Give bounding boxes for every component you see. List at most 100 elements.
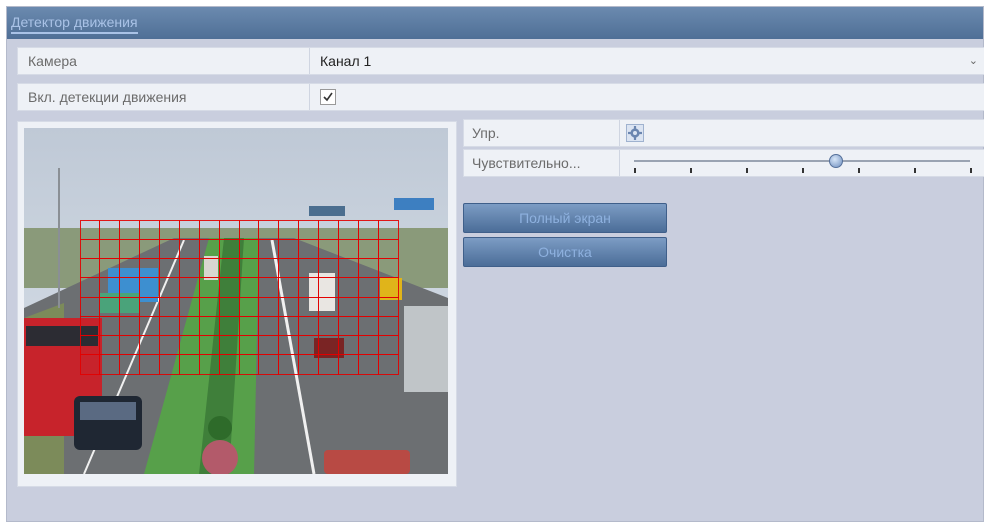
grid-cell[interactable] <box>218 315 240 336</box>
grid-cell[interactable] <box>139 219 160 240</box>
grid-cell[interactable] <box>377 354 399 375</box>
grid-cell[interactable] <box>278 277 300 298</box>
grid-cell[interactable] <box>337 238 359 259</box>
grid-cell[interactable] <box>79 219 101 240</box>
grid-cell[interactable] <box>79 238 101 259</box>
grid-cell[interactable] <box>318 315 339 336</box>
grid-cell[interactable] <box>238 277 260 298</box>
grid-cell[interactable] <box>238 335 260 356</box>
grid-cell[interactable] <box>159 219 180 240</box>
grid-cell[interactable] <box>119 238 141 259</box>
grid-cell[interactable] <box>99 315 121 336</box>
grid-cell[interactable] <box>99 219 121 240</box>
grid-cell[interactable] <box>318 354 339 375</box>
grid-cell[interactable] <box>258 315 280 336</box>
grid-cell[interactable] <box>278 219 300 240</box>
grid-cell[interactable] <box>159 296 180 317</box>
grid-cell[interactable] <box>238 354 260 375</box>
grid-cell[interactable] <box>139 335 160 356</box>
grid-cell[interactable] <box>79 277 101 298</box>
grid-cell[interactable] <box>377 296 399 317</box>
grid-cell[interactable] <box>198 354 220 375</box>
grid-cell[interactable] <box>119 219 141 240</box>
grid-cell[interactable] <box>298 354 319 375</box>
grid-cell[interactable] <box>79 315 101 336</box>
grid-cell[interactable] <box>159 258 180 279</box>
grid-cell[interactable] <box>198 335 220 356</box>
grid-cell[interactable] <box>178 335 200 356</box>
grid-cell[interactable] <box>178 315 200 336</box>
grid-cell[interactable] <box>218 335 240 356</box>
grid-cell[interactable] <box>318 335 339 356</box>
grid-cell[interactable] <box>337 296 359 317</box>
grid-cell[interactable] <box>318 296 339 317</box>
grid-cell[interactable] <box>139 296 160 317</box>
grid-cell[interactable] <box>258 296 280 317</box>
grid-cell[interactable] <box>357 354 379 375</box>
grid-cell[interactable] <box>318 219 339 240</box>
slider-thumb[interactable] <box>828 154 843 168</box>
grid-cell[interactable] <box>298 238 319 259</box>
grid-cell[interactable] <box>357 315 379 336</box>
grid-cell[interactable] <box>139 354 160 375</box>
grid-cell[interactable] <box>298 277 319 298</box>
grid-cell[interactable] <box>278 296 300 317</box>
grid-cell[interactable] <box>238 315 260 336</box>
grid-cell[interactable] <box>119 277 141 298</box>
grid-cell[interactable] <box>139 238 160 259</box>
grid-cell[interactable] <box>238 258 260 279</box>
settings-gear-button[interactable] <box>626 124 644 142</box>
sensitivity-slider[interactable] <box>634 154 972 175</box>
grid-cell[interactable] <box>139 315 160 336</box>
grid-cell[interactable] <box>178 238 200 259</box>
grid-cell[interactable] <box>258 335 280 356</box>
grid-cell[interactable] <box>337 258 359 279</box>
grid-cell[interactable] <box>278 258 300 279</box>
grid-cell[interactable] <box>178 219 200 240</box>
grid-cell[interactable] <box>198 219 220 240</box>
grid-cell[interactable] <box>357 238 379 259</box>
grid-cell[interactable] <box>377 315 399 336</box>
grid-cell[interactable] <box>119 258 141 279</box>
grid-cell[interactable] <box>377 219 399 240</box>
grid-cell[interactable] <box>198 296 220 317</box>
fullscreen-button[interactable]: Полный экран <box>463 203 667 233</box>
grid-cell[interactable] <box>377 238 399 259</box>
grid-cell[interactable] <box>318 258 339 279</box>
grid-cell[interactable] <box>278 335 300 356</box>
grid-cell[interactable] <box>99 238 121 259</box>
grid-cell[interactable] <box>119 335 141 356</box>
grid-cell[interactable] <box>218 296 240 317</box>
grid-cell[interactable] <box>178 354 200 375</box>
motion-detection-checkbox[interactable] <box>320 89 336 105</box>
grid-cell[interactable] <box>298 258 319 279</box>
grid-cell[interactable] <box>238 296 260 317</box>
grid-cell[interactable] <box>79 354 101 375</box>
grid-cell[interactable] <box>337 315 359 336</box>
grid-cell[interactable] <box>99 258 121 279</box>
grid-cell[interactable] <box>357 296 379 317</box>
grid-cell[interactable] <box>198 258 220 279</box>
clear-button[interactable]: Очистка <box>463 237 667 267</box>
grid-cell[interactable] <box>218 277 240 298</box>
grid-cell[interactable] <box>278 238 300 259</box>
grid-cell[interactable] <box>99 277 121 298</box>
grid-cell[interactable] <box>79 296 101 317</box>
grid-cell[interactable] <box>258 219 280 240</box>
grid-cell[interactable] <box>178 277 200 298</box>
grid-cell[interactable] <box>377 335 399 356</box>
grid-cell[interactable] <box>159 315 180 336</box>
camera-preview[interactable] <box>24 128 448 474</box>
grid-cell[interactable] <box>159 238 180 259</box>
grid-cell[interactable] <box>258 354 280 375</box>
grid-cell[interactable] <box>79 258 101 279</box>
grid-cell[interactable] <box>159 277 180 298</box>
grid-cell[interactable] <box>298 315 319 336</box>
grid-cell[interactable] <box>79 335 101 356</box>
grid-cell[interactable] <box>119 354 141 375</box>
grid-cell[interactable] <box>278 315 300 336</box>
camera-select[interactable]: Канал 1 ⌄ <box>312 48 984 74</box>
grid-cell[interactable] <box>357 335 379 356</box>
grid-cell[interactable] <box>218 238 240 259</box>
grid-cell[interactable] <box>119 315 141 336</box>
